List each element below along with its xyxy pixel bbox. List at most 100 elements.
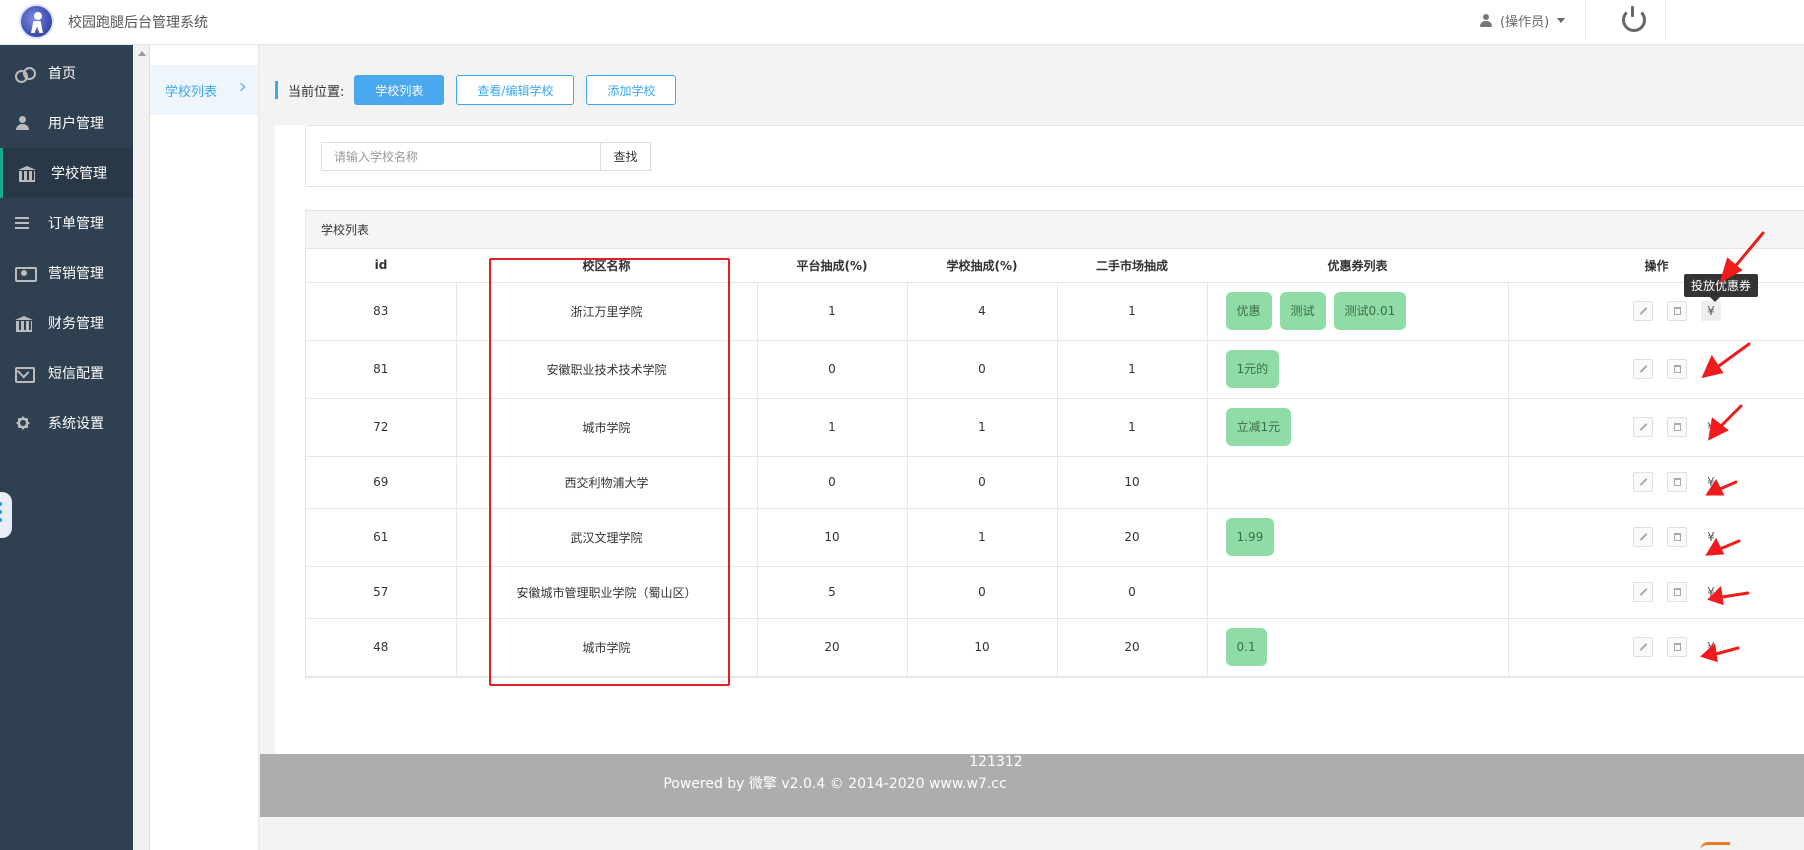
- coupon-list-cell: 1.99: [1207, 508, 1509, 567]
- school-rate-cell: 0: [907, 340, 1058, 399]
- app-title: 校园跑腿后台管理系统: [68, 15, 208, 31]
- platform-rate-cell: 0: [757, 340, 908, 399]
- coupon-tag[interactable]: 1元的: [1225, 350, 1280, 388]
- sidebar-drag-handle[interactable]: [0, 492, 12, 538]
- market-rate-cell: 20: [1057, 618, 1208, 677]
- sidebar-item-home[interactable]: 首页: [0, 48, 133, 98]
- edit-button[interactable]: [1633, 582, 1653, 602]
- school-id-cell: 72: [306, 398, 457, 457]
- edit-button[interactable]: [1633, 417, 1653, 437]
- coupon-tag[interactable]: 测试0.01: [1333, 292, 1407, 330]
- search-button[interactable]: 查找: [601, 142, 651, 171]
- issue-coupon-button[interactable]: ¥: [1701, 301, 1721, 321]
- sidebar-item-marketing[interactable]: 营销管理: [0, 248, 133, 298]
- school-rate-cell: 1: [907, 398, 1058, 457]
- corner-accent: [1700, 842, 1730, 850]
- user-menu[interactable]: (操作员): [1480, 11, 1566, 30]
- delete-button[interactable]: [1667, 582, 1687, 602]
- sidebar-item-label: 学校管理: [51, 166, 107, 182]
- platform-rate-cell: 5: [757, 566, 908, 619]
- sidebar-item-label: 系统设置: [48, 416, 104, 432]
- edit-button[interactable]: [1633, 472, 1653, 492]
- sidebar-item-schools[interactable]: 学校管理: [0, 148, 133, 198]
- school-rate-cell: 1: [907, 508, 1058, 567]
- coupon-tag[interactable]: 0.1: [1225, 628, 1267, 666]
- school-name-cell: 城市学院: [456, 398, 758, 457]
- operations-cell: ¥: [1508, 566, 1804, 619]
- column-header: 操作: [1508, 249, 1804, 283]
- edit-button[interactable]: [1633, 527, 1653, 547]
- bank-icon: [18, 166, 36, 182]
- edit-button[interactable]: [1633, 637, 1653, 657]
- pencil-icon: [1639, 588, 1647, 596]
- school-name-cell: 城市学院: [456, 618, 758, 677]
- delete-button[interactable]: [1667, 527, 1687, 547]
- edit-button[interactable]: [1633, 301, 1653, 321]
- column-header: 学校抽成(%): [907, 249, 1057, 283]
- tab-school-list[interactable]: 学校列表: [354, 75, 445, 105]
- market-rate-cell: 10: [1057, 456, 1208, 509]
- issue-coupon-button[interactable]: ¥: [1701, 527, 1721, 547]
- column-header: 优惠券列表: [1207, 249, 1508, 283]
- power-icon[interactable]: [1622, 6, 1646, 32]
- pencil-icon: [1639, 533, 1647, 541]
- table-row: 69 西交利物浦大学 0 0 10 ¥: [306, 456, 1804, 509]
- issue-coupon-button[interactable]: ¥: [1701, 472, 1721, 492]
- top-header: 校园跑腿后台管理系统 (操作员): [0, 0, 1804, 45]
- market-rate-cell: 1: [1057, 398, 1208, 457]
- delete-button[interactable]: [1667, 359, 1687, 379]
- delete-button[interactable]: [1667, 472, 1687, 492]
- sidebar-item-orders[interactable]: 订单管理: [0, 198, 133, 248]
- school-rate-cell: 4: [907, 282, 1058, 341]
- tab-view-edit-school[interactable]: 查看/编辑学校: [456, 75, 575, 105]
- trash-icon: [1673, 588, 1681, 596]
- delete-button[interactable]: [1667, 637, 1687, 657]
- sidebar-item-users[interactable]: 用户管理: [0, 98, 133, 148]
- delete-button[interactable]: [1667, 417, 1687, 437]
- school-id-cell: 83: [306, 282, 457, 341]
- user-icon: [1480, 13, 1492, 28]
- page-footer: 121312 Powered by 微擎 v2.0.4 © 2014-2020 …: [260, 754, 1804, 817]
- trash-icon: [1673, 478, 1681, 486]
- sidebar-item-label: 营销管理: [48, 266, 104, 282]
- issue-coupon-button[interactable]: ¥: [1701, 417, 1721, 437]
- search-input[interactable]: 请输入学校名称: [321, 142, 601, 171]
- sidebar-item-label: 用户管理: [48, 116, 104, 132]
- sidebar-scrollbar[interactable]: [133, 45, 150, 850]
- market-rate-cell: 20: [1057, 508, 1208, 567]
- table-row: 61 武汉文理学院 10 1 20 1.99 ¥: [306, 508, 1804, 567]
- school-name-cell: 安徽职业技术技术学院: [456, 340, 758, 399]
- coupon-tag[interactable]: 测试: [1279, 292, 1326, 330]
- trash-icon: [1673, 643, 1681, 651]
- breadcrumb: 当前位置: 学校列表 查看/编辑学校 添加学校: [275, 75, 688, 105]
- sidebar-item-settings[interactable]: 系统设置: [0, 398, 133, 448]
- sidebar-item-label: 财务管理: [48, 316, 104, 332]
- table-row: 48 城市学院 20 10 20 0.1 ¥: [306, 618, 1804, 677]
- issue-coupon-button[interactable]: ¥: [1701, 637, 1721, 657]
- tab-add-school[interactable]: 添加学校: [586, 75, 677, 105]
- chevron-down-icon: [1557, 18, 1566, 23]
- subnav-item-school-list[interactable]: 学校列表: [150, 65, 258, 115]
- edit-button[interactable]: [1633, 359, 1653, 379]
- school-name-cell: 浙江万里学院: [456, 282, 758, 341]
- breadcrumb-marker: [275, 81, 278, 99]
- header-divider: [1665, 0, 1666, 40]
- sidebar-item-sms[interactable]: 短信配置: [0, 348, 133, 398]
- delete-button[interactable]: [1667, 301, 1687, 321]
- main-content: 当前位置: 学校列表 查看/编辑学校 添加学校 请输入学校名称 查找 学校列表 …: [260, 45, 1804, 850]
- coupon-tag[interactable]: 立减1元: [1225, 408, 1292, 446]
- platform-rate-cell: 10: [757, 508, 908, 567]
- coupon-list-cell: [1207, 566, 1509, 619]
- coupon-list-cell: 优惠 测试 测试0.01: [1207, 282, 1509, 341]
- coupon-tag[interactable]: 1.99: [1225, 518, 1275, 556]
- school-rate-cell: 0: [907, 456, 1058, 509]
- operations-cell: ¥: [1508, 456, 1804, 509]
- operations-cell: ¥: [1508, 508, 1804, 567]
- issue-coupon-button[interactable]: ¥: [1701, 359, 1721, 379]
- sidebar-item-finance[interactable]: 财务管理: [0, 298, 133, 348]
- pencil-icon: [1639, 478, 1647, 486]
- operations-cell: ¥: [1508, 398, 1804, 457]
- coupon-tag[interactable]: 优惠: [1225, 292, 1272, 330]
- issue-coupon-button[interactable]: ¥: [1701, 582, 1721, 602]
- search-area: 请输入学校名称 查找: [305, 125, 1804, 187]
